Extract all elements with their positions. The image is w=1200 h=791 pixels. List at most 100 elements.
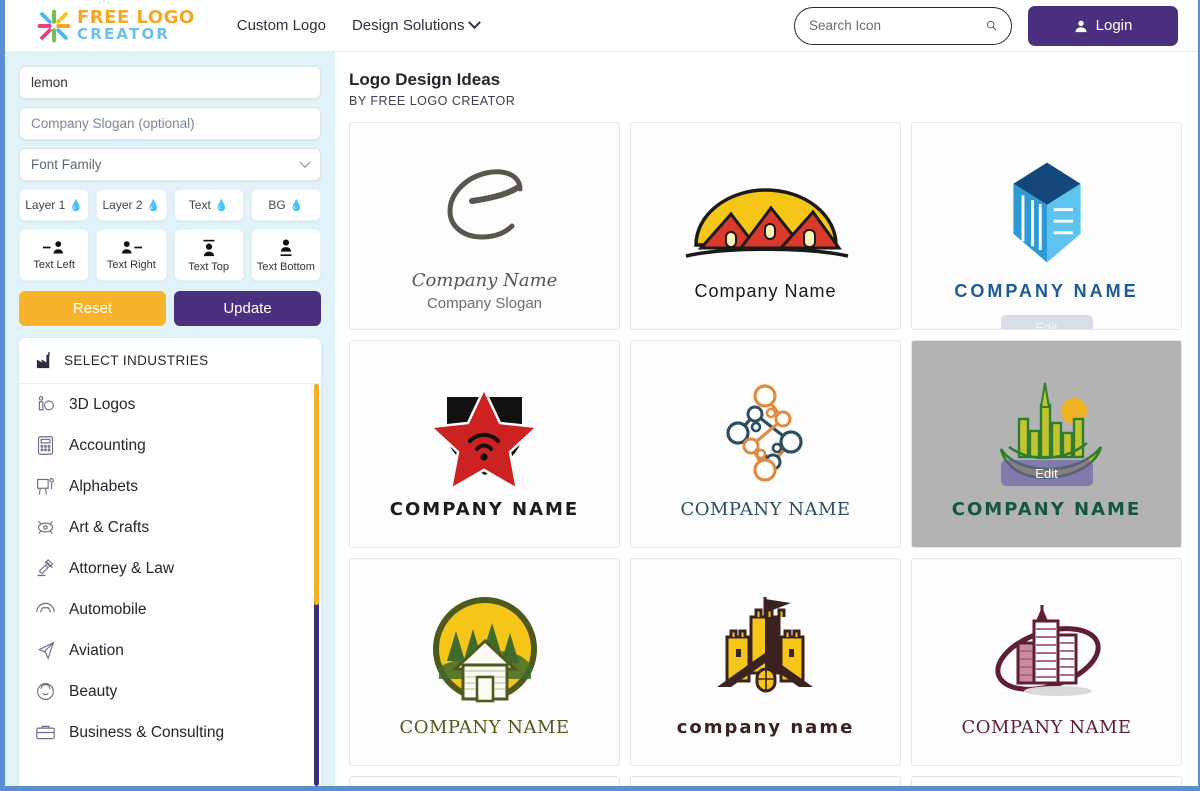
logo-card[interactable]: COMPANY NAME Edit — [349, 558, 620, 766]
logo-company-name: COMPANY NAME — [961, 716, 1132, 738]
align-text-top-button[interactable]: Text Top — [173, 229, 244, 281]
car-icon — [36, 602, 55, 613]
color-drop-icon: 💧 — [69, 199, 83, 212]
industries-panel: SELECT INDUSTRIES 3D Logos Accounting Al… — [19, 338, 321, 786]
edit-button[interactable]: Edit — [1000, 460, 1093, 487]
industry-item-attorney-law[interactable]: Attorney & Law — [19, 548, 321, 589]
industry-label: Attorney & Law — [69, 559, 175, 577]
starburst-logo-icon — [37, 9, 71, 42]
company-name-field[interactable] — [19, 66, 321, 99]
industry-label: Beauty — [69, 682, 118, 700]
company-name-input[interactable] — [31, 75, 309, 90]
nav-item-design-solutions[interactable]: Design Solutions — [352, 16, 481, 34]
text-bottom-icon — [280, 238, 292, 256]
login-label: Login — [1095, 17, 1133, 34]
text-align-buttons: Text Left Text Right Text Top Text Botto… — [19, 229, 321, 281]
page-title: Logo Design Ideas — [349, 70, 501, 89]
logo-company-name: COMPANY NAME — [399, 716, 570, 738]
factory-icon — [36, 351, 50, 369]
logo-company-slogan: Company Slogan — [426, 295, 543, 312]
industries-header-label: SELECT INDUSTRIES — [64, 353, 209, 368]
industry-item-3d-logos[interactable]: 3D Logos — [19, 384, 321, 425]
industry-label: Aviation — [69, 641, 124, 659]
industry-item-aviation[interactable]: Aviation — [19, 630, 321, 671]
logo-card[interactable]: Company Name Company Slogan Edit — [349, 122, 620, 330]
editor-sidebar: Font Family Layer 1 💧 Layer 2 💧 Text 💧 B — [5, 52, 335, 786]
login-button[interactable]: Login — [1028, 5, 1178, 46]
industries-list[interactable]: 3D Logos Accounting Alphabets Art & Craf… — [19, 384, 321, 786]
update-button[interactable]: Update — [174, 291, 321, 326]
industry-item-alphabets[interactable]: Alphabets — [19, 466, 321, 507]
chip-bg[interactable]: BG 💧 — [250, 189, 321, 221]
color-drop-icon: 💧 — [146, 199, 161, 212]
industries-scrollbar-thumb[interactable] — [314, 384, 319, 606]
text-right-icon — [122, 241, 143, 254]
align-text-bottom-button[interactable]: Text Bottom — [250, 229, 321, 281]
brand-logo[interactable]: FREE LOGO CREATOR — [37, 9, 195, 43]
chevron-down-icon — [467, 16, 481, 30]
industry-label: Art & Crafts — [69, 518, 150, 536]
chevron-down-icon — [299, 156, 311, 168]
chip-label: Layer 2 — [102, 198, 143, 212]
chip-layer-2[interactable]: Layer 2 💧 — [96, 189, 167, 221]
industry-item-art-crafts[interactable]: Art & Crafts — [19, 507, 321, 548]
align-text-left-button[interactable]: Text Left — [19, 229, 90, 281]
font-family-select[interactable]: Font Family — [19, 148, 321, 181]
color-drop-icon: 💧 — [289, 199, 304, 212]
user-icon — [1075, 20, 1087, 32]
industry-item-accounting[interactable]: Accounting — [19, 425, 321, 466]
search-input[interactable] — [809, 18, 986, 33]
site-header: FREE LOGO CREATOR Custom Logo Design Sol… — [5, 0, 1198, 52]
reset-button[interactable]: Reset — [19, 291, 166, 326]
industries-scrollbar[interactable] — [314, 384, 319, 786]
logo-card[interactable]: COMPANY NAME Edit — [630, 340, 901, 548]
nav-item-custom-logo[interactable]: Custom Logo — [237, 17, 326, 34]
chip-label: BG — [268, 198, 286, 212]
align-text-right-button[interactable]: Text Right — [96, 229, 167, 281]
company-slogan-field[interactable] — [19, 107, 321, 140]
easel-icon — [37, 478, 54, 495]
page-subtitle: BY FREE LOGO CREATOR — [349, 94, 516, 108]
chip-label: Text — [188, 198, 211, 212]
logo-card[interactable]: company name Edit — [630, 558, 901, 766]
gavel-icon — [37, 558, 54, 577]
chip-layer-1[interactable]: Layer 1 💧 — [19, 189, 90, 221]
industry-item-automobile[interactable]: Automobile — [19, 589, 321, 630]
industry-label: Business & Consulting — [69, 723, 225, 741]
logo-card[interactable]: COMPANY NAME Edit — [349, 340, 620, 548]
logo-card[interactable]: COMPANY NAME Edit — [911, 558, 1182, 766]
logo-company-name: COMPANY NAME — [954, 280, 1139, 301]
search-box[interactable] — [794, 6, 1012, 45]
browser-viewport: FREE LOGO CREATOR Custom Logo Design Sol… — [0, 0, 1200, 791]
logo-grid: Company Name Company Slogan Edit — [349, 122, 1182, 786]
chip-text[interactable]: Text 💧 — [173, 189, 244, 221]
align-label: Text Bottom — [256, 260, 315, 273]
industry-item-beauty[interactable]: Beauty — [19, 671, 321, 712]
search-icon[interactable] — [986, 17, 997, 34]
palette-icon — [37, 520, 54, 535]
text-top-icon — [203, 239, 215, 256]
company-slogan-input[interactable] — [31, 116, 309, 131]
logo-company-name: COMPANY NAME — [680, 498, 851, 520]
woman-face-icon — [37, 683, 54, 700]
briefcase-icon — [36, 725, 55, 740]
logo-card[interactable] — [911, 776, 1182, 786]
logo-card[interactable]: COMPANY NAME Edit — [911, 122, 1182, 330]
main-nav: Custom Logo Design Solutions — [237, 16, 481, 34]
logo-company-name: COMPANY NAME — [389, 498, 580, 520]
text-left-icon — [43, 241, 64, 254]
logo-company-name: company name — [676, 716, 855, 738]
logo-card[interactable] — [630, 776, 901, 786]
industry-item-business-consulting[interactable]: Business & Consulting — [19, 712, 321, 753]
industry-label: 3D Logos — [69, 395, 136, 413]
industry-label: Alphabets — [69, 477, 138, 495]
logo-card[interactable] — [349, 776, 620, 786]
align-label: Text Left — [33, 259, 75, 271]
header-actions: Login — [794, 5, 1178, 46]
person-3d-icon — [38, 396, 54, 411]
edit-button[interactable]: Edit — [1000, 314, 1093, 329]
logo-card[interactable]: Company Name Edit — [630, 122, 901, 330]
logo-company-name: Company Name — [411, 270, 558, 291]
logo-card[interactable]: COMPANY NAME Edit — [911, 340, 1182, 548]
airplane-icon — [38, 641, 55, 660]
